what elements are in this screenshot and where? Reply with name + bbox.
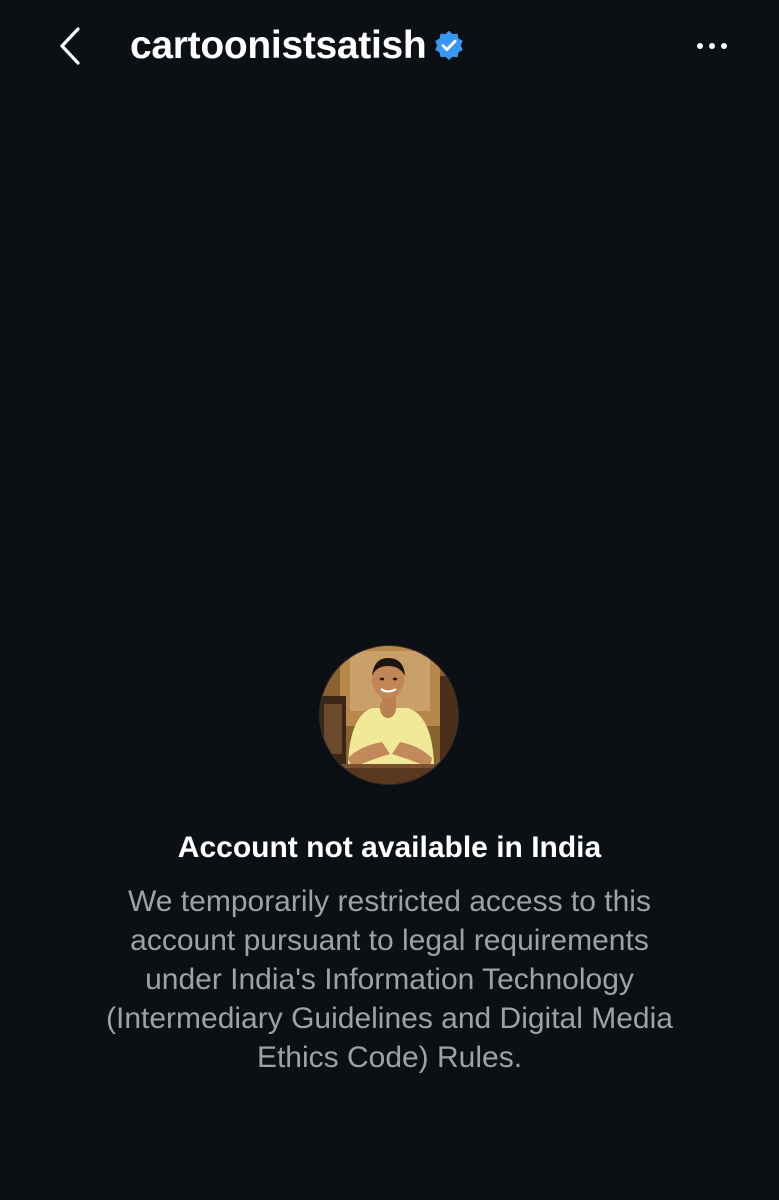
notice-title: Account not available in India [177, 831, 602, 864]
notice-body: We temporarily restricted access to this… [50, 882, 729, 1077]
profile-header: cartoonistsatish [0, 0, 779, 92]
chevron-left-icon [60, 27, 80, 65]
notice-line: We temporarily restricted access to this [128, 885, 651, 918]
notice-line: under India's Information Technology [145, 963, 634, 996]
notice-line: Ethics Code) Rules. [256, 1041, 523, 1074]
username: cartoonistsatish [130, 24, 427, 67]
profile-photo [320, 646, 458, 784]
more-options-button[interactable] [687, 24, 737, 68]
back-button[interactable] [48, 22, 92, 70]
verified-badge-icon [435, 30, 464, 61]
header-title: cartoonistsatish [130, 22, 465, 70]
notice-line: account pursuant to legal requirements [130, 924, 649, 957]
ellipsis-horizontal-icon [697, 43, 727, 49]
notice-line: (Intermediary Guidelines and Digital Med… [106, 1002, 673, 1035]
avatar[interactable] [319, 645, 459, 785]
